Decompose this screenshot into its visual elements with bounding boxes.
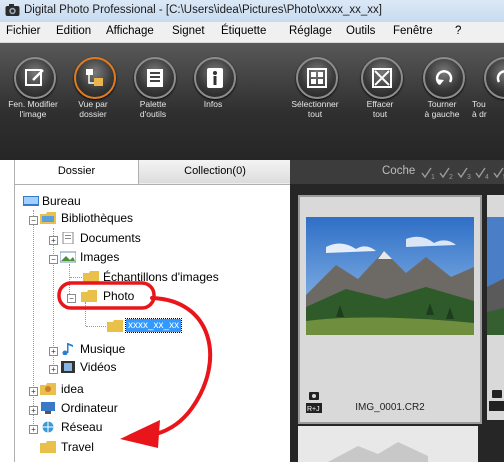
- window-title: Digital Photo Professional - [C:\Users\i…: [24, 4, 382, 16]
- toolbar-label: Infos: [203, 99, 223, 109]
- tree-item-photo[interactable]: Photo: [103, 289, 134, 303]
- tree-item-ordinateur[interactable]: Ordinateur: [61, 401, 118, 415]
- menu-fenetre[interactable]: Fenêtre: [393, 25, 433, 37]
- menu-etiquette[interactable]: Étiquette: [221, 25, 266, 37]
- edit-image-icon: [14, 57, 56, 99]
- raw-jpeg-badge-icon: [489, 390, 504, 411]
- tree-item-images[interactable]: Images: [80, 250, 119, 264]
- menu-fichier[interactable]: Fichier: [6, 25, 41, 37]
- svg-text:3: 3: [467, 174, 471, 180]
- tool-palette-button[interactable]: Palette d'outils: [120, 49, 186, 153]
- svg-text:1: 1: [431, 174, 435, 180]
- info-icon: [194, 57, 236, 99]
- svg-text:4: 4: [485, 174, 489, 180]
- filter-bar: Coche 12345: [290, 160, 504, 184]
- tree-item-bibliotheques[interactable]: Bibliothèques: [61, 211, 133, 225]
- tool-palette-icon: [134, 57, 176, 99]
- expand-icon[interactable]: +: [49, 347, 58, 356]
- folder-view-icon: [74, 57, 116, 99]
- folder-view-button[interactable]: Vue par dossier: [60, 49, 126, 153]
- toolbar: Fen. Modifier l'image Vue par dossier Pale…: [0, 43, 504, 160]
- network-icon: [42, 421, 54, 433]
- photo-thumbnail: [306, 217, 474, 335]
- tab-folder[interactable]: Dossier: [15, 160, 139, 184]
- toolbar-label: Palette d'outils: [139, 99, 167, 119]
- selected-folder-icon: [107, 320, 123, 332]
- tree-line: [85, 302, 86, 326]
- menu-affichage[interactable]: Affichage: [106, 25, 154, 37]
- tab-collection[interactable]: Collection(0): [139, 160, 291, 183]
- svg-text:2: 2: [449, 174, 453, 180]
- toolbar-label: Tourner à gauche: [424, 99, 460, 119]
- collapse-icon[interactable]: −: [29, 216, 38, 225]
- thumbnail-card-partial[interactable]: [487, 195, 504, 420]
- tree-line: [86, 326, 108, 327]
- menu-outils[interactable]: Outils: [346, 25, 375, 37]
- music-icon: [62, 343, 73, 355]
- expand-icon[interactable]: +: [49, 365, 58, 374]
- menu-help[interactable]: ?: [455, 25, 461, 37]
- edit-image-window-button[interactable]: Fen. Modifier l'image: [0, 49, 66, 153]
- expand-icon[interactable]: +: [29, 406, 38, 415]
- app-camera-icon: [5, 4, 20, 16]
- clear-all-icon: [361, 57, 403, 99]
- toolbar-label: Sélectionner tout: [291, 99, 339, 119]
- videos-icon: [61, 361, 75, 373]
- photo-folder-icon: [81, 290, 97, 302]
- tree-item-selected-folder[interactable]: xxxx_xx_xx: [124, 318, 183, 333]
- toolbar-label: Effacer tout: [366, 99, 394, 119]
- menu-edition[interactable]: Edition: [56, 25, 91, 37]
- rotate-right-button[interactable]: Tou à dr: [470, 49, 504, 153]
- clear-all-button[interactable]: Effacer tout: [347, 49, 413, 153]
- check-filter-label: Coche: [382, 165, 416, 177]
- user-icon: [40, 383, 56, 395]
- rotate-right-icon: [484, 57, 504, 99]
- thumbnail-card[interactable]: R+J IMG_0001.CR2: [298, 195, 482, 424]
- check-marks-icon[interactable]: 12345: [420, 166, 504, 180]
- collapse-icon[interactable]: −: [67, 294, 76, 303]
- tree-item-documents[interactable]: Documents: [80, 231, 141, 245]
- tree-item-idea[interactable]: idea: [61, 382, 84, 396]
- computer-icon: [41, 402, 55, 414]
- tree-item-travel[interactable]: Travel: [61, 440, 94, 454]
- photo-thumbnail-partial: [487, 217, 504, 335]
- photo-thumbnail-partial: [328, 442, 428, 462]
- select-all-icon: [296, 57, 338, 99]
- tree-item-echantillons[interactable]: Échantillons d'images: [103, 270, 219, 284]
- title-bar[interactable]: Digital Photo Professional - [C:\Users\i…: [0, 0, 504, 23]
- tree-item-bureau[interactable]: Bureau: [42, 194, 81, 208]
- documents-icon: [62, 232, 74, 244]
- tree-item-reseau[interactable]: Réseau: [61, 420, 102, 434]
- info-button[interactable]: Infos: [180, 49, 246, 153]
- desktop-icon: [23, 196, 39, 206]
- thumbnail-panel: Coche 12345: [290, 160, 504, 462]
- tree-line: [69, 264, 70, 296]
- expand-icon[interactable]: +: [49, 236, 58, 245]
- thumbnail-filename: IMG_0001.CR2: [355, 402, 425, 413]
- toolbar-label: Vue par dossier: [78, 99, 108, 119]
- toolbar-label: Tou à dr: [472, 99, 487, 119]
- collapse-icon[interactable]: −: [49, 255, 58, 264]
- images-icon: [60, 251, 76, 263]
- expand-icon[interactable]: +: [29, 387, 38, 396]
- tree-line: [33, 210, 34, 432]
- rotate-left-icon: [423, 57, 465, 99]
- menu-signet[interactable]: Signet: [172, 25, 205, 37]
- travel-folder-icon: [40, 441, 56, 453]
- folder-icon: [83, 271, 99, 283]
- tree-line: [70, 277, 82, 278]
- folder-panel: Dossier Collection(0) Bureau − Bibliothè…: [14, 160, 291, 462]
- thumbnail-card-next-row[interactable]: [298, 426, 478, 462]
- menu-bar: Fichier Edition Affichage Signet Étiquet…: [0, 22, 504, 43]
- select-all-button[interactable]: Sélectionner tout: [282, 49, 348, 153]
- app-window: Digital Photo Professional - [C:\Users\i…: [0, 0, 504, 462]
- libraries-icon: [40, 212, 56, 224]
- tree-item-musique[interactable]: Musique: [80, 342, 125, 356]
- panel-tabs: Dossier Collection(0): [15, 160, 291, 185]
- tree-item-videos[interactable]: Vidéos: [80, 360, 116, 374]
- menu-reglage[interactable]: Réglage: [289, 25, 332, 37]
- rotate-left-button[interactable]: Tourner à gauche: [409, 49, 475, 153]
- expand-icon[interactable]: +: [29, 425, 38, 434]
- toolbar-label: Fen. Modifier l'image: [8, 99, 58, 119]
